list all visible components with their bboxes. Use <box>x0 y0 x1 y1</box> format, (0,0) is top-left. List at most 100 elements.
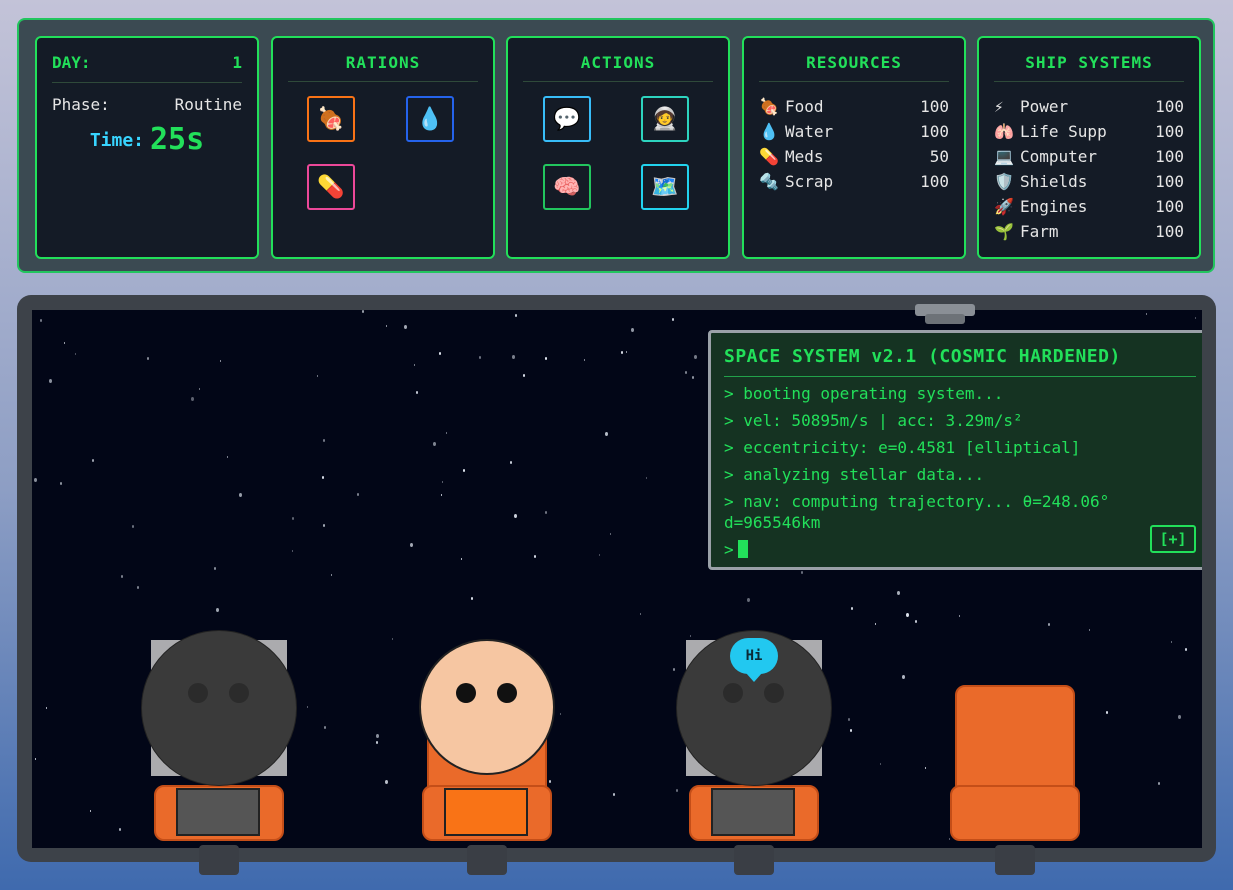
seat-leg <box>467 845 507 875</box>
star <box>46 707 47 709</box>
terminal-expand-button[interactable]: [+] <box>1150 525 1196 553</box>
terminal-prompt-line[interactable]: > <box>724 539 1196 560</box>
star <box>949 838 950 840</box>
food-ration-button[interactable]: 🍖 <box>307 96 355 142</box>
system-row-farm: 🌱 Farm 100 <box>994 219 1184 244</box>
star <box>850 729 852 732</box>
star <box>1146 313 1147 315</box>
star <box>1178 715 1181 719</box>
star <box>646 477 647 479</box>
system-value: 100 <box>1155 197 1184 216</box>
helmet <box>141 630 297 786</box>
star <box>848 718 850 721</box>
seat-leg <box>199 845 239 875</box>
star <box>685 371 687 374</box>
system-value: 100 <box>1155 222 1184 241</box>
star <box>471 597 473 600</box>
star <box>410 543 413 547</box>
star <box>690 635 691 637</box>
star <box>323 439 325 442</box>
star <box>875 623 876 625</box>
resources-title: RESOURCES <box>759 53 949 82</box>
rations-panel: RATIONS 🍖 💧 💊 <box>271 36 495 259</box>
star <box>515 314 517 317</box>
star <box>605 432 608 436</box>
system-value: 100 <box>1155 172 1184 191</box>
star <box>1158 782 1160 785</box>
resource-row-water: 💧 Water 100 <box>759 119 949 144</box>
star <box>227 456 228 458</box>
star <box>442 481 443 483</box>
eye <box>456 683 476 703</box>
star <box>801 571 803 574</box>
star <box>362 310 364 313</box>
map-button[interactable]: 🗺️ <box>641 164 689 210</box>
star <box>692 376 694 379</box>
ship-window-frame: SPACE SYSTEM v2.1 (COSMIC HARDENED) > bo… <box>17 295 1216 875</box>
star <box>317 375 318 377</box>
star <box>199 388 200 390</box>
star <box>416 391 418 394</box>
star <box>479 356 481 359</box>
star <box>414 364 415 366</box>
resources-panel: RESOURCES 🍖 Food 100 💧 Water 100 💊 Meds 50 🔩 Sc… <box>742 36 966 259</box>
phase-row: Phase: Routine <box>52 95 242 114</box>
star <box>441 494 442 496</box>
star <box>672 318 674 321</box>
star <box>1089 629 1090 631</box>
star <box>915 620 917 623</box>
star <box>386 325 387 327</box>
star <box>191 397 194 401</box>
resource-row-scrap: 🔩 Scrap 100 <box>759 169 949 194</box>
star <box>35 758 36 760</box>
crew-button[interactable]: 🧑‍🚀 <box>641 96 689 142</box>
eye <box>723 683 743 703</box>
water-ration-icon: 💧 <box>416 106 444 132</box>
meds-ration-icon: 💊 <box>317 174 345 200</box>
star <box>673 668 675 671</box>
meds-ration-button[interactable]: 💊 <box>307 164 355 210</box>
terminal-line: > analyzing stellar data... <box>724 465 985 484</box>
star <box>549 780 551 783</box>
terminal-line: > eccentricity: e=0.4581 [elliptical] <box>724 438 1081 457</box>
seat-leg <box>995 845 1035 875</box>
power-icon: ⚡ <box>994 97 1004 116</box>
resource-row-meds: 💊 Meds 50 <box>759 144 949 169</box>
phase-value: Routine <box>174 95 242 114</box>
system-label: Farm <box>1020 222 1059 241</box>
star <box>307 706 308 708</box>
food-ration-icon: 🍖 <box>317 106 345 132</box>
star <box>322 476 324 479</box>
map-icon: 🗺️ <box>651 174 679 200</box>
system-value: 100 <box>1155 122 1184 141</box>
day-label: DAY: <box>52 53 91 72</box>
meds-icon: 💊 <box>759 147 779 166</box>
system-label: Power <box>1020 97 1069 116</box>
star <box>880 763 881 765</box>
star <box>404 325 407 329</box>
think-button[interactable]: 🧠 <box>543 164 591 210</box>
star <box>147 357 149 360</box>
water-ration-button[interactable]: 💧 <box>406 96 454 142</box>
star <box>439 352 441 355</box>
star <box>239 493 242 497</box>
star <box>385 780 388 784</box>
system-label: Computer <box>1020 147 1098 166</box>
star <box>121 575 123 578</box>
star <box>1171 641 1172 643</box>
terminal-window: SPACE SYSTEM v2.1 (COSMIC HARDENED) > bo… <box>708 330 1202 570</box>
resource-label: Water <box>785 122 834 141</box>
star <box>613 793 615 796</box>
star <box>34 478 37 482</box>
star <box>925 767 926 769</box>
terminal-cursor <box>737 540 748 558</box>
brain-icon: 🧠 <box>553 174 581 200</box>
star <box>851 607 853 610</box>
resources-list: 🍖 Food 100 💧 Water 100 💊 Meds 50 🔩 Scrap 100 <box>759 94 949 194</box>
terminal-line: > nav: computing trajectory... θ=248.06°… <box>724 492 1110 532</box>
systems-list: ⚡ Power 100 🫁 Life Supp 100 💻 Computer 100 🛡️ S… <box>994 94 1184 244</box>
terminal-title: SPACE SYSTEM v2.1 (COSMIC HARDENED) <box>724 346 1196 377</box>
talk-button[interactable]: 💬 <box>543 96 591 142</box>
terminal-line: > booting operating system... <box>724 384 1004 403</box>
star <box>584 359 585 361</box>
